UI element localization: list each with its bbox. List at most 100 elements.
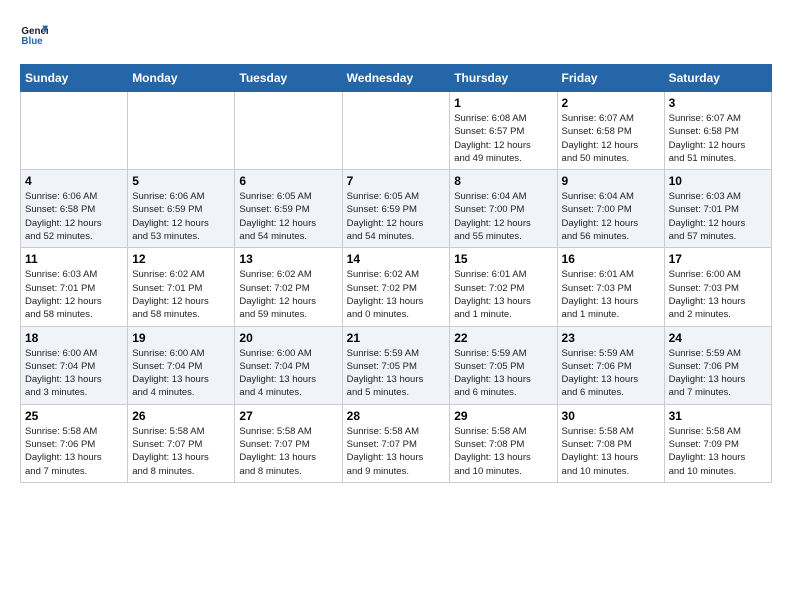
calendar-day-cell: 10 Sunrise: 6:03 AM Sunset: 7:01 PM Dayli… <box>664 170 771 248</box>
day-number: 14 <box>347 252 446 266</box>
day-number: 26 <box>132 409 230 423</box>
day-number: 30 <box>562 409 660 423</box>
day-number: 5 <box>132 174 230 188</box>
day-number: 17 <box>669 252 767 266</box>
calendar-day-cell: 18 Sunrise: 6:00 AM Sunset: 7:04 PM Dayli… <box>21 326 128 404</box>
day-info: Sunrise: 5:58 AM Sunset: 7:07 PM Dayligh… <box>132 425 230 478</box>
calendar-day-cell: 12 Sunrise: 6:02 AM Sunset: 7:01 PM Dayli… <box>128 248 235 326</box>
day-info: Sunrise: 6:02 AM Sunset: 7:01 PM Dayligh… <box>132 268 230 321</box>
day-number: 11 <box>25 252 123 266</box>
weekday-header: Tuesday <box>235 65 342 92</box>
calendar-day-cell: 31 Sunrise: 5:58 AM Sunset: 7:09 PM Dayli… <box>664 404 771 482</box>
calendar-day-cell: 4 Sunrise: 6:06 AM Sunset: 6:58 PM Daylig… <box>21 170 128 248</box>
calendar-day-cell: 24 Sunrise: 5:59 AM Sunset: 7:06 PM Dayli… <box>664 326 771 404</box>
calendar-day-cell: 15 Sunrise: 6:01 AM Sunset: 7:02 PM Dayli… <box>450 248 557 326</box>
day-number: 10 <box>669 174 767 188</box>
day-info: Sunrise: 6:02 AM Sunset: 7:02 PM Dayligh… <box>347 268 446 321</box>
calendar-week-row: 11 Sunrise: 6:03 AM Sunset: 7:01 PM Dayli… <box>21 248 772 326</box>
day-number: 7 <box>347 174 446 188</box>
day-number: 1 <box>454 96 552 110</box>
day-number: 2 <box>562 96 660 110</box>
day-info: Sunrise: 6:03 AM Sunset: 7:01 PM Dayligh… <box>669 190 767 243</box>
calendar-day-cell: 11 Sunrise: 6:03 AM Sunset: 7:01 PM Dayli… <box>21 248 128 326</box>
day-number: 20 <box>239 331 337 345</box>
day-info: Sunrise: 5:59 AM Sunset: 7:06 PM Dayligh… <box>562 347 660 400</box>
day-info: Sunrise: 5:58 AM Sunset: 7:08 PM Dayligh… <box>454 425 552 478</box>
day-info: Sunrise: 6:00 AM Sunset: 7:03 PM Dayligh… <box>669 268 767 321</box>
calendar-day-cell: 17 Sunrise: 6:00 AM Sunset: 7:03 PM Dayli… <box>664 248 771 326</box>
calendar-day-cell: 5 Sunrise: 6:06 AM Sunset: 6:59 PM Daylig… <box>128 170 235 248</box>
calendar-day-cell: 3 Sunrise: 6:07 AM Sunset: 6:58 PM Daylig… <box>664 92 771 170</box>
day-number: 22 <box>454 331 552 345</box>
day-number: 29 <box>454 409 552 423</box>
day-number: 21 <box>347 331 446 345</box>
calendar-week-row: 1 Sunrise: 6:08 AM Sunset: 6:57 PM Daylig… <box>21 92 772 170</box>
calendar-day-cell: 27Sunrise: 5:58 AM Sunset: 7:07 PM Dayli… <box>235 404 342 482</box>
weekday-header: Monday <box>128 65 235 92</box>
svg-text:Blue: Blue <box>21 36 43 47</box>
day-info: Sunrise: 5:59 AM Sunset: 7:06 PM Dayligh… <box>669 347 767 400</box>
weekday-header: Wednesday <box>342 65 450 92</box>
day-number: 24 <box>669 331 767 345</box>
calendar-day-cell: 1 Sunrise: 6:08 AM Sunset: 6:57 PM Daylig… <box>450 92 557 170</box>
calendar-day-cell: 14 Sunrise: 6:02 AM Sunset: 7:02 PM Dayli… <box>342 248 450 326</box>
day-info: Sunrise: 6:01 AM Sunset: 7:02 PM Dayligh… <box>454 268 552 321</box>
day-info: Sunrise: 6:06 AM Sunset: 6:58 PM Dayligh… <box>25 190 123 243</box>
calendar-day-cell <box>342 92 450 170</box>
calendar-day-cell: 28Sunrise: 5:58 AM Sunset: 7:07 PM Dayli… <box>342 404 450 482</box>
calendar-day-cell: 16 Sunrise: 6:01 AM Sunset: 7:03 PM Dayli… <box>557 248 664 326</box>
calendar-day-cell: 30 Sunrise: 5:58 AM Sunset: 7:08 PM Dayli… <box>557 404 664 482</box>
day-number: 3 <box>669 96 767 110</box>
calendar-table: SundayMondayTuesdayWednesdayThursdayFrid… <box>20 64 772 483</box>
weekday-header: Sunday <box>21 65 128 92</box>
calendar-day-cell: 6 Sunrise: 6:05 AM Sunset: 6:59 PM Daylig… <box>235 170 342 248</box>
calendar-day-cell: 13 Sunrise: 6:02 AM Sunset: 7:02 PM Dayli… <box>235 248 342 326</box>
day-info: Sunrise: 6:00 AM Sunset: 7:04 PM Dayligh… <box>239 347 337 400</box>
day-info: Sunrise: 6:07 AM Sunset: 6:58 PM Dayligh… <box>669 112 767 165</box>
day-info: Sunrise: 5:58 AM Sunset: 7:09 PM Dayligh… <box>669 425 767 478</box>
day-info: Sunrise: 6:00 AM Sunset: 7:04 PM Dayligh… <box>132 347 230 400</box>
day-number: 6 <box>239 174 337 188</box>
weekday-header: Thursday <box>450 65 557 92</box>
day-number: 18 <box>25 331 123 345</box>
day-info: Sunrise: 5:58 AM Sunset: 7:08 PM Dayligh… <box>562 425 660 478</box>
day-number: 16 <box>562 252 660 266</box>
day-number: 8 <box>454 174 552 188</box>
day-number: 12 <box>132 252 230 266</box>
calendar-day-cell: 8Sunrise: 6:04 AM Sunset: 7:00 PM Daylig… <box>450 170 557 248</box>
calendar-day-cell: 29 Sunrise: 5:58 AM Sunset: 7:08 PM Dayli… <box>450 404 557 482</box>
day-number: 19 <box>132 331 230 345</box>
day-info: Sunrise: 6:06 AM Sunset: 6:59 PM Dayligh… <box>132 190 230 243</box>
day-number: 25 <box>25 409 123 423</box>
calendar-day-cell: 19 Sunrise: 6:00 AM Sunset: 7:04 PM Dayli… <box>128 326 235 404</box>
day-info: Sunrise: 5:58 AM Sunset: 7:07 PM Dayligh… <box>239 425 337 478</box>
calendar-day-cell: 9 Sunrise: 6:04 AM Sunset: 7:00 PM Daylig… <box>557 170 664 248</box>
day-info: Sunrise: 5:59 AM Sunset: 7:05 PM Dayligh… <box>454 347 552 400</box>
day-info: Sunrise: 6:05 AM Sunset: 6:59 PM Dayligh… <box>239 190 337 243</box>
calendar-day-cell: 7 Sunrise: 6:05 AM Sunset: 6:59 PM Daylig… <box>342 170 450 248</box>
day-info: Sunrise: 6:00 AM Sunset: 7:04 PM Dayligh… <box>25 347 123 400</box>
calendar-day-cell: 26 Sunrise: 5:58 AM Sunset: 7:07 PM Dayli… <box>128 404 235 482</box>
day-info: Sunrise: 6:01 AM Sunset: 7:03 PM Dayligh… <box>562 268 660 321</box>
day-info: Sunrise: 5:58 AM Sunset: 7:07 PM Dayligh… <box>347 425 446 478</box>
day-info: Sunrise: 6:04 AM Sunset: 7:00 PM Dayligh… <box>562 190 660 243</box>
calendar-week-row: 25 Sunrise: 5:58 AM Sunset: 7:06 PM Dayli… <box>21 404 772 482</box>
page-header: General Blue <box>20 20 772 48</box>
calendar-header-row: SundayMondayTuesdayWednesdayThursdayFrid… <box>21 65 772 92</box>
day-number: 9 <box>562 174 660 188</box>
day-info: Sunrise: 5:58 AM Sunset: 7:06 PM Dayligh… <box>25 425 123 478</box>
day-info: Sunrise: 6:02 AM Sunset: 7:02 PM Dayligh… <box>239 268 337 321</box>
day-info: Sunrise: 6:05 AM Sunset: 6:59 PM Dayligh… <box>347 190 446 243</box>
day-number: 15 <box>454 252 552 266</box>
day-number: 23 <box>562 331 660 345</box>
day-number: 13 <box>239 252 337 266</box>
day-number: 31 <box>669 409 767 423</box>
calendar-day-cell: 21Sunrise: 5:59 AM Sunset: 7:05 PM Dayli… <box>342 326 450 404</box>
calendar-day-cell <box>21 92 128 170</box>
day-info: Sunrise: 6:03 AM Sunset: 7:01 PM Dayligh… <box>25 268 123 321</box>
calendar-day-cell: 22 Sunrise: 5:59 AM Sunset: 7:05 PM Dayli… <box>450 326 557 404</box>
day-number: 4 <box>25 174 123 188</box>
day-info: Sunrise: 6:08 AM Sunset: 6:57 PM Dayligh… <box>454 112 552 165</box>
weekday-header: Saturday <box>664 65 771 92</box>
calendar-day-cell <box>128 92 235 170</box>
